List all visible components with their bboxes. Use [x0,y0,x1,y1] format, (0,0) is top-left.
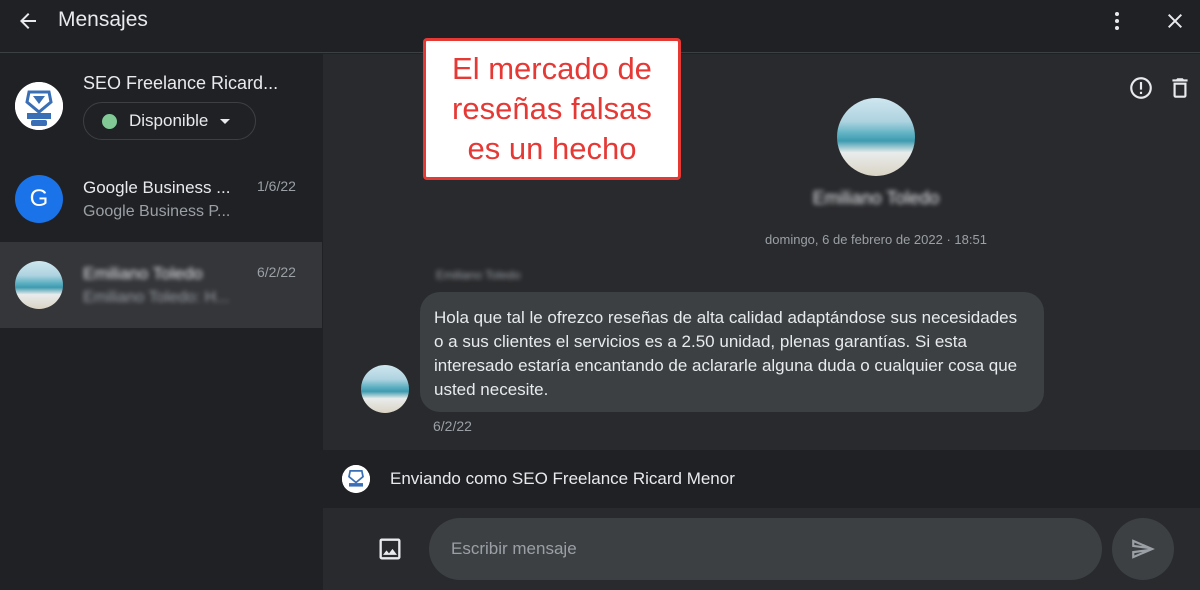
report-button[interactable] [1128,75,1154,101]
status-dropdown[interactable]: Disponible [83,102,256,140]
composer [323,508,1200,590]
conversation-date: 6/2/22 [257,264,296,280]
attach-image-button[interactable] [376,535,404,563]
sending-as-bar: Enviando como SEO Freelance Ricard Menor [323,450,1200,508]
message-time: 6/2/22 [433,418,472,434]
sending-avatar [342,465,370,493]
back-button[interactable] [8,6,48,36]
more-options-button[interactable] [1104,6,1130,36]
conversation-preview: Emiliano Toledo: H... [83,289,230,306]
contact-avatar [15,261,63,309]
annotation-callout: El mercado de reseñas falsas es un hecho [423,38,681,180]
dropdown-caret-icon [220,118,231,124]
conversation-title: Google Business ... [83,178,231,197]
contact-avatar-large [837,98,915,176]
conversation-item[interactable]: G Google Business ... Google Business P.… [0,156,322,242]
chat-date: domingo, 6 de febrero de 2022 · 18:51 [765,232,987,247]
more-vert-icon [1115,12,1119,30]
status-label: Disponible [129,111,209,130]
account-name: SEO Freelance Ricard... [83,73,279,93]
delete-button[interactable] [1167,75,1193,101]
delete-icon [1172,78,1188,98]
annotation-line: El mercado de [452,51,652,86]
send-icon [1132,539,1155,559]
message-input[interactable] [429,518,1102,580]
annotation-line: reseñas falsas [452,91,652,126]
account-section: SEO Freelance Ricard... Disponible [0,54,322,156]
conversation-item-active[interactable]: Emiliano Toledo Emiliano Toledo: H... 6/… [0,242,322,328]
report-icon [1130,77,1152,99]
arrow-back-icon [20,13,36,29]
conversation-date: 1/6/22 [257,178,296,194]
message-avatar [361,365,409,413]
sidebar: SEO Freelance Ricard... Disponible G Goo… [0,54,322,590]
contact-name: Emiliano Toledo [812,188,940,208]
conversation-preview: Google Business P... [83,203,231,220]
close-icon [1168,14,1182,28]
message-bubble: Hola que tal le ofrezco reseñas de alta … [420,292,1044,412]
sending-as-label: Enviando como SEO Freelance Ricard Menor [390,469,735,488]
google-avatar: G [15,175,63,223]
send-button[interactable] [1112,518,1174,580]
page-title: Mensajes [58,8,148,31]
annotation-line: es un hecho [467,131,637,166]
image-icon [379,538,401,560]
sender-name: Emiliano Toledo [436,268,521,282]
account-logo [15,82,63,130]
close-button[interactable] [1160,6,1190,36]
status-dot [102,113,117,129]
conversation-title: Emiliano Toledo [83,264,203,283]
